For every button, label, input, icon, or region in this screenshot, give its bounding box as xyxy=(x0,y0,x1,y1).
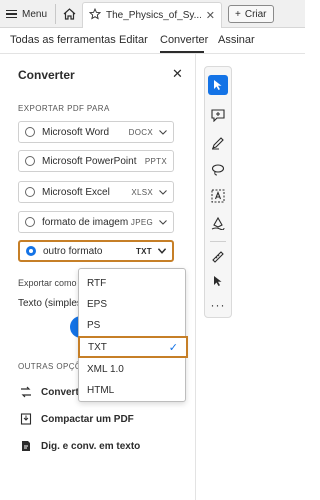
dropdown-item-label: RTF xyxy=(87,277,107,289)
create-label: Criar xyxy=(244,8,267,20)
home-icon[interactable] xyxy=(60,5,78,23)
tab-title: The_Physics_of_Sy... xyxy=(106,10,201,21)
option-label: formato de imagem xyxy=(42,216,129,228)
measure-icon[interactable] xyxy=(208,247,228,267)
radio-icon[interactable] xyxy=(25,127,35,137)
document-tab[interactable]: The_Physics_of_Sy... ✕ xyxy=(82,2,222,28)
radio-icon[interactable] xyxy=(25,156,35,166)
plus-icon: + xyxy=(235,8,241,20)
select-arrow-icon[interactable] xyxy=(208,75,228,95)
option-ext: DOCX xyxy=(128,127,153,137)
menu-edit[interactable]: Editar xyxy=(119,34,148,46)
menu-all-tools[interactable]: Todas as ferramentas xyxy=(10,34,116,46)
chevron-down-icon[interactable] xyxy=(159,218,167,226)
export-as-label: Exportar como xyxy=(18,278,77,288)
option-ext: XLSX xyxy=(131,187,153,197)
radio-icon[interactable] xyxy=(25,187,35,197)
option-ext: TXT xyxy=(135,246,152,256)
divider xyxy=(55,4,56,24)
chevron-down-icon[interactable] xyxy=(159,128,167,136)
quick-tools-toolbar: ··· xyxy=(204,66,232,318)
format-dropdown-menu: RTF EPS PS TXT ✓ XML 1.0 HTML xyxy=(78,268,188,402)
option-excel[interactable]: Microsoft Excel XLSX xyxy=(18,181,174,203)
create-button[interactable]: + Criar xyxy=(228,5,274,23)
radio-icon[interactable] xyxy=(25,217,35,227)
dropdown-item-xml[interactable]: XML 1.0 xyxy=(79,359,185,379)
scan-text-icon xyxy=(20,440,32,452)
draw-pen-icon[interactable] xyxy=(208,133,228,153)
menu-button[interactable]: Menu xyxy=(6,5,47,23)
checkmark-icon: ✓ xyxy=(168,341,178,354)
toolbar-divider xyxy=(210,241,226,242)
text-select-icon[interactable] xyxy=(208,186,228,206)
link-label: Dig. e conv. em texto xyxy=(41,440,141,452)
option-label: Microsoft Word xyxy=(42,126,110,138)
chevron-down-icon[interactable] xyxy=(158,247,166,255)
star-icon[interactable] xyxy=(88,7,102,23)
active-tab-indicator xyxy=(160,51,204,53)
option-image[interactable]: formato de imagem JPEG xyxy=(18,211,174,233)
tool-menu-bar: Todas as ferramentas Editar Converter As… xyxy=(0,28,305,54)
dropdown-item-html[interactable]: HTML xyxy=(79,380,185,400)
compress-icon xyxy=(20,413,32,425)
dropdown-item-rtf[interactable]: RTF xyxy=(79,273,185,293)
option-other-format[interactable]: outro formato TXT xyxy=(18,240,174,262)
dropdown-item-label: PS xyxy=(87,319,101,331)
option-label: outro formato xyxy=(43,245,103,257)
option-powerpoint[interactable]: Microsoft PowerPoint PPTX xyxy=(18,150,174,172)
export-as-value[interactable]: Texto (simples) xyxy=(18,298,85,309)
lasso-icon[interactable] xyxy=(208,160,228,180)
option-label: Microsoft Excel xyxy=(42,186,110,198)
menu-sign[interactable]: Assinar xyxy=(218,34,255,46)
link-scan-text[interactable]: Dig. e conv. em texto xyxy=(20,440,140,452)
dropdown-item-label: TXT xyxy=(88,341,107,353)
more-icon[interactable]: ··· xyxy=(208,295,228,315)
option-ext: JPEG xyxy=(130,217,153,227)
option-ext: PPTX xyxy=(144,156,167,166)
dropdown-item-txt[interactable]: TXT ✓ xyxy=(78,336,188,358)
signature-pen-icon[interactable] xyxy=(208,213,228,233)
dropdown-item-ps[interactable]: PS xyxy=(79,315,185,335)
convert-icon xyxy=(20,386,32,398)
panel-title: Converter xyxy=(18,68,75,82)
menu-label: Menu xyxy=(22,8,48,20)
link-label: Compactar um PDF xyxy=(41,413,134,425)
dropdown-item-eps[interactable]: EPS xyxy=(79,294,185,314)
close-tab-icon[interactable]: ✕ xyxy=(206,9,215,22)
option-label: Microsoft PowerPoint xyxy=(42,155,137,167)
close-icon[interactable]: ✕ xyxy=(172,66,183,82)
radio-selected-icon[interactable] xyxy=(26,246,36,256)
dropdown-item-label: HTML xyxy=(87,384,115,396)
option-word[interactable]: Microsoft Word DOCX xyxy=(18,121,174,143)
link-compress[interactable]: Compactar um PDF xyxy=(20,413,134,425)
hamburger-icon xyxy=(6,9,17,19)
browser-top-bar: Menu The_Physics_of_Sy... ✕ + Criar xyxy=(0,0,305,28)
menu-convert[interactable]: Converter xyxy=(160,34,208,46)
dropdown-item-label: EPS xyxy=(87,298,108,310)
chevron-down-icon[interactable] xyxy=(159,188,167,196)
dropdown-item-label: XML 1.0 xyxy=(87,363,124,375)
add-comment-icon[interactable] xyxy=(208,105,228,125)
export-section-label: EXPORTAR PDF PARA xyxy=(18,104,110,113)
pointer-icon[interactable] xyxy=(208,271,228,291)
